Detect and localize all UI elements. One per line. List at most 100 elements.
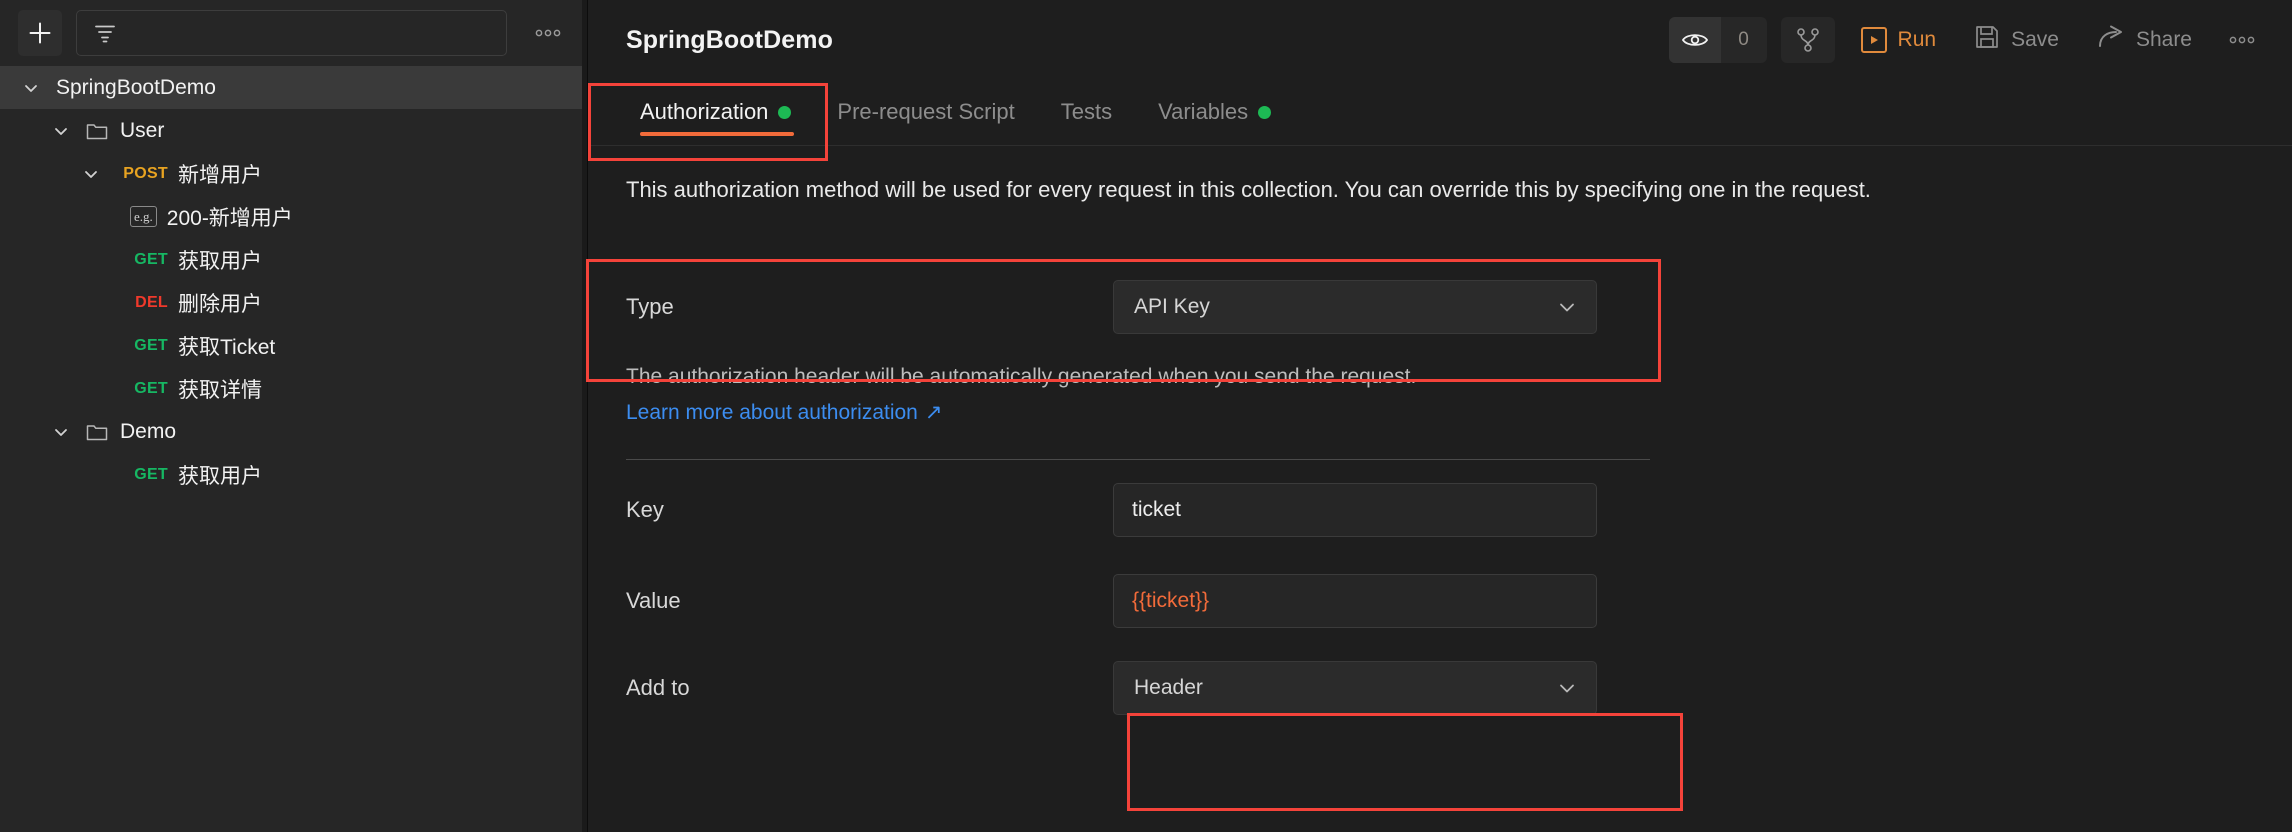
value-input[interactable]: {{ticket}}	[1113, 574, 1597, 629]
tree-item-request-get-1[interactable]: GET 获取用户	[0, 238, 587, 281]
type-row: Type API Key	[626, 252, 2254, 362]
tree-item-label: 删除用户	[178, 292, 262, 316]
tree-item-label: Demo	[120, 419, 177, 443]
tree-item-request-get-detail[interactable]: GET 获取详情	[0, 367, 587, 410]
type-block: Type API Key	[588, 252, 2292, 362]
watch-count[interactable]: 0	[1721, 17, 1767, 63]
tree-item-label: User	[120, 118, 165, 142]
tree-item-label: 200-新增用户	[166, 206, 293, 230]
share-icon	[2097, 24, 2125, 56]
tab-variables[interactable]: Variables	[1135, 79, 1294, 145]
page-title: SpringBootDemo	[626, 25, 833, 54]
authorization-panel: This authorization method will be used f…	[588, 146, 2292, 734]
tab-label: Variables	[1158, 99, 1249, 124]
tree-item-folder-user[interactable]: User	[0, 109, 587, 152]
plus-icon	[29, 22, 51, 44]
save-button[interactable]: Save	[1962, 17, 2071, 63]
tree-item-folder-demo[interactable]: Demo	[0, 410, 587, 453]
header-more-button[interactable]	[2218, 17, 2266, 63]
chevron-down-icon[interactable]	[18, 78, 44, 98]
tree-item-label: SpringBootDemo	[56, 75, 216, 99]
share-button[interactable]: Share	[2085, 17, 2204, 63]
share-label: Share	[2135, 28, 2192, 51]
tree-item-request-post[interactable]: POST 新增用户	[0, 152, 587, 195]
app-root: SpringBootDemo User POST 新增用户 e.g. 200-新…	[0, 0, 2292, 832]
key-label: Key	[626, 497, 664, 523]
tree-item-label: 新增用户	[178, 163, 262, 187]
tab-pre-request-script[interactable]: Pre-request Script	[814, 79, 1037, 145]
learn-more-wrap: Learn more about authorization ↗	[588, 392, 2292, 425]
request-method-badge: DEL	[135, 293, 168, 311]
type-select[interactable]: API Key	[1113, 279, 1597, 334]
request-method-badge: GET	[134, 379, 168, 397]
example-icon: e.g.	[130, 206, 157, 227]
tree-item-label: 获取用户	[178, 464, 262, 488]
learn-more-label: Learn more about authorization	[626, 401, 918, 425]
tab-bar: Authorization Pre-request Script Tests V…	[588, 80, 2292, 146]
ellipsis-icon	[535, 29, 561, 37]
auth-description: This authorization method will be used f…	[626, 177, 1871, 202]
status-dot-icon	[778, 105, 792, 119]
run-button[interactable]: Run	[1849, 17, 1949, 63]
fork-icon	[1796, 28, 1819, 52]
addto-label: Add to	[626, 675, 690, 701]
tab-label: Pre-request Script	[837, 99, 1015, 124]
filter-icon	[93, 21, 117, 45]
sidebar-scrollbar[interactable]	[582, 0, 587, 832]
key-row: Key ticket	[588, 460, 2292, 560]
tab-label: Authorization	[640, 99, 769, 124]
run-label: Run	[1897, 28, 1937, 51]
key-input-value: ticket	[1132, 498, 1182, 522]
value-row: Value {{ticket}}	[588, 560, 2292, 642]
chevron-down-icon	[1556, 296, 1578, 318]
tab-authorization[interactable]: Authorization	[626, 79, 814, 145]
collection-header: SpringBootDemo 0 Run Save Share	[588, 0, 2292, 80]
fork-button[interactable]	[1780, 17, 1835, 63]
folder-icon	[86, 121, 108, 141]
tree-item-request-del[interactable]: DEL 删除用户	[0, 281, 587, 324]
search-input[interactable]	[129, 22, 490, 44]
save-icon	[1974, 24, 2000, 56]
chevron-down-icon	[1556, 677, 1578, 699]
auth-note: The authorization header will be automat…	[626, 364, 1417, 388]
eye-icon	[1681, 34, 1708, 46]
chevron-down-icon[interactable]	[78, 164, 104, 184]
chevron-down-icon[interactable]	[48, 422, 74, 442]
sidebar-more-button[interactable]	[525, 29, 571, 37]
tree-item-request-get-ticket[interactable]: GET 获取Ticket	[0, 324, 587, 367]
tree-item-request-get-2[interactable]: GET 获取用户	[0, 453, 587, 496]
request-method-badge: GET	[134, 465, 168, 483]
request-method-badge: GET	[134, 336, 168, 354]
addto-row: Add to Header	[588, 642, 2292, 734]
tab-label: Tests	[1060, 99, 1113, 124]
chevron-down-icon[interactable]	[48, 121, 74, 141]
value-input-value: {{ticket}}	[1132, 589, 1210, 613]
play-icon	[1860, 27, 1887, 53]
addto-select-value: Header	[1134, 676, 1203, 700]
ellipsis-icon	[2229, 36, 2255, 44]
request-method-badge: GET	[134, 250, 168, 268]
watch-button[interactable]	[1668, 17, 1721, 63]
tabs-wrap: Authorization Pre-request Script Tests V…	[588, 80, 2292, 146]
value-label: Value	[626, 588, 681, 614]
type-label: Type	[626, 293, 674, 319]
type-select-value: API Key	[1134, 294, 1210, 318]
sidebar: SpringBootDemo User POST 新增用户 e.g. 200-新…	[0, 0, 588, 832]
main-panel: SpringBootDemo 0 Run Save Share Authoriz…	[588, 0, 2292, 832]
folder-icon	[86, 422, 108, 442]
collection-tree: SpringBootDemo User POST 新增用户 e.g. 200-新…	[0, 66, 587, 506]
key-input[interactable]: ticket	[1113, 483, 1597, 538]
tree-item-example[interactable]: e.g. 200-新增用户	[0, 195, 587, 238]
header-actions: 0 Run Save Share	[1668, 17, 2266, 63]
add-new-button[interactable]	[18, 10, 62, 56]
tree-item-label: 获取详情	[178, 378, 262, 402]
sidebar-toolbar	[0, 0, 587, 66]
learn-more-link[interactable]: Learn more about authorization ↗	[626, 400, 942, 425]
tab-tests[interactable]: Tests	[1038, 79, 1135, 145]
tree-item-collection[interactable]: SpringBootDemo	[0, 66, 587, 109]
watch-group: 0	[1668, 17, 1767, 63]
addto-select[interactable]: Header	[1113, 661, 1597, 716]
search-box[interactable]	[76, 10, 507, 56]
external-link-icon: ↗	[924, 401, 943, 425]
status-dot-icon	[1258, 105, 1272, 119]
